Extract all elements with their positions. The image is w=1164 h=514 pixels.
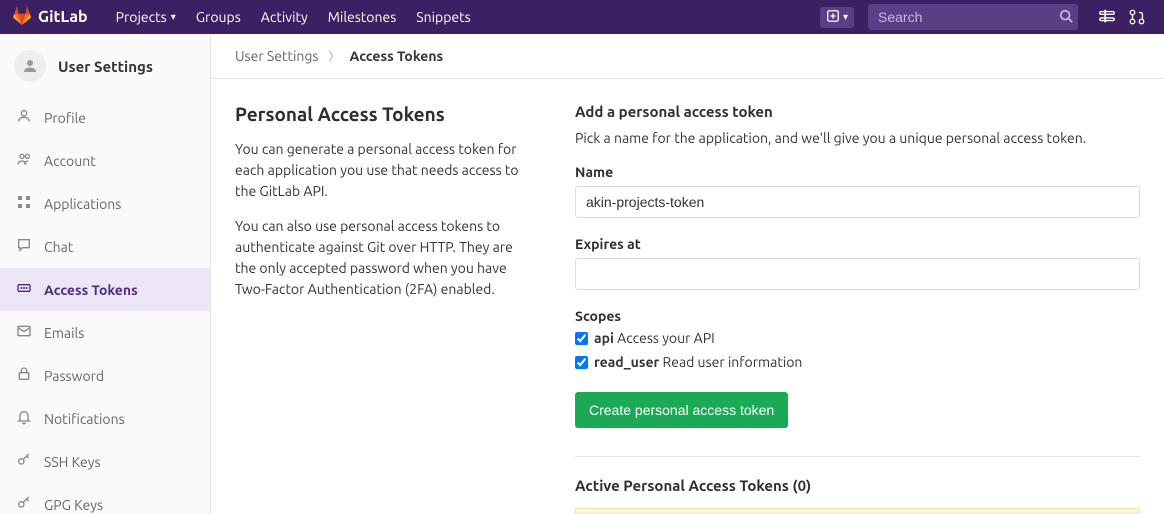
nav-milestones[interactable]: Milestones (318, 0, 407, 34)
sidebar-item-label: Account (44, 153, 96, 169)
search-wrap (868, 4, 1078, 30)
main-content: User Settings 〉 Access Tokens Personal A… (211, 34, 1164, 514)
alert-bar (575, 508, 1140, 514)
sidebar: User Settings Profile Account Applicatio… (0, 34, 211, 514)
scope-row-read-user: read_user Read user information (575, 354, 1140, 370)
chevron-right-icon: 〉 (328, 48, 339, 64)
nav-groups[interactable]: Groups (186, 0, 251, 34)
breadcrumb: User Settings 〉 Access Tokens (211, 34, 1164, 79)
sidebar-item-access-tokens[interactable]: Access Tokens (0, 268, 210, 311)
sidebar-title-label: User Settings (58, 58, 153, 75)
expires-input[interactable] (575, 258, 1140, 290)
applications-icon (16, 194, 32, 213)
scope-read-user-label: read_user (594, 354, 659, 370)
scope-api-label: api (594, 330, 614, 346)
sidebar-item-label: Password (44, 368, 104, 384)
nav-projects-label: Projects (116, 9, 167, 25)
plus-icon (826, 9, 840, 26)
sidebar-item-label: Notifications (44, 411, 125, 427)
sidebar-item-emails[interactable]: Emails (0, 311, 210, 354)
top-navbar: GitLab Projects ▾ Groups Activity Milest… (0, 0, 1164, 34)
nav-projects[interactable]: Projects ▾ (106, 0, 186, 34)
chevron-down-icon: ▾ (171, 11, 176, 23)
sidebar-item-label: SSH Keys (44, 454, 101, 470)
description-panel: Personal Access Tokens You can generate … (235, 103, 535, 514)
sidebar-header: User Settings (0, 34, 210, 96)
name-input[interactable] (575, 186, 1140, 218)
sidebar-item-applications[interactable]: Applications (0, 182, 210, 225)
sidebar-item-ssh-keys[interactable]: SSH Keys (0, 440, 210, 483)
breadcrumb-current: Access Tokens (349, 48, 443, 64)
key-icon (16, 452, 32, 471)
token-icon (16, 280, 32, 299)
chevron-down-icon: ▾ (843, 11, 848, 23)
form-panel: Add a personal access token Pick a name … (575, 103, 1140, 514)
page-title: Personal Access Tokens (235, 103, 535, 125)
scope-read-user-checkbox[interactable] (575, 356, 588, 369)
active-tokens-heading: Active Personal Access Tokens (0) (575, 477, 1140, 494)
sidebar-item-password[interactable]: Password (0, 354, 210, 397)
sidebar-item-label: Access Tokens (44, 282, 138, 298)
lock-icon (16, 366, 32, 385)
bell-icon (16, 409, 32, 428)
sidebar-item-label: Applications (44, 196, 121, 212)
scope-api-checkbox[interactable] (575, 332, 588, 345)
search-input[interactable] (878, 9, 1059, 25)
sidebar-item-label: GPG Keys (44, 497, 103, 513)
sidebar-item-label: Profile (44, 110, 86, 126)
scopes-label: Scopes (575, 308, 1140, 324)
sidebar-item-label: Chat (44, 239, 73, 255)
breadcrumb-root[interactable]: User Settings (235, 48, 318, 64)
divider (575, 456, 1140, 457)
form-heading: Add a personal access token (575, 103, 1140, 120)
expires-label: Expires at (575, 236, 1140, 252)
sidebar-item-gpg-keys[interactable]: GPG Keys (0, 483, 210, 514)
key-icon (16, 495, 32, 514)
todos-icon[interactable] (1092, 0, 1122, 34)
chat-icon (16, 237, 32, 256)
description-text: You can generate a personal access token… (235, 139, 535, 202)
sidebar-item-profile[interactable]: Profile (0, 96, 210, 139)
name-label: Name (575, 164, 1140, 180)
new-dropdown-button[interactable]: ▾ (820, 7, 854, 28)
scope-api-desc: Access your API (617, 330, 715, 346)
merge-requests-icon[interactable] (1122, 0, 1152, 34)
search-icon[interactable] (1059, 9, 1073, 26)
avatar (14, 50, 46, 82)
profile-icon (16, 108, 32, 127)
page-layout: User Settings Profile Account Applicatio… (0, 34, 1164, 514)
account-icon (16, 151, 32, 170)
scope-read-user-desc: Read user information (663, 354, 803, 370)
form-hint: Pick a name for the application, and we'… (575, 130, 1140, 146)
brand-name: GitLab (38, 8, 88, 26)
description-text: You can also use personal access tokens … (235, 216, 535, 300)
gitlab-logo-icon (12, 6, 32, 29)
scope-row-api: api Access your API (575, 330, 1140, 346)
sidebar-item-label: Emails (44, 325, 84, 341)
sidebar-item-account[interactable]: Account (0, 139, 210, 182)
brand-wrap[interactable]: GitLab (12, 6, 88, 29)
sidebar-item-chat[interactable]: Chat (0, 225, 210, 268)
email-icon (16, 323, 32, 342)
create-token-button[interactable]: Create personal access token (575, 392, 788, 428)
nav-snippets[interactable]: Snippets (406, 0, 480, 34)
sidebar-item-notifications[interactable]: Notifications (0, 397, 210, 440)
nav-activity[interactable]: Activity (251, 0, 318, 34)
